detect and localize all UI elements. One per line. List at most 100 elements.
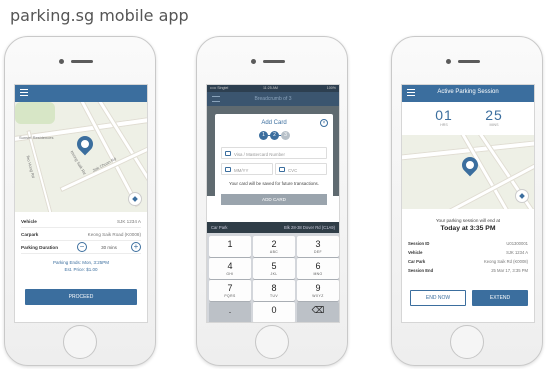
calendar-icon — [225, 167, 231, 172]
add-card-button[interactable]: ADD CARD — [221, 194, 327, 205]
home-button[interactable] — [255, 325, 289, 359]
minutes-value: 25 — [485, 107, 503, 123]
key-3[interactable]: 3 DEF — [297, 236, 339, 257]
detail-row-duration: Parking Duration − 30 mins + — [21, 241, 141, 254]
session-row: Session End 25 Mar 17, 3:35 PM — [408, 266, 528, 275]
row-value: Keong Saik Rd (K0008) — [484, 259, 528, 264]
row-value: SJK 1234 A — [116, 219, 141, 224]
key-9[interactable]: 9 WXYZ — [297, 280, 339, 301]
key-8[interactable]: 8 TUV — [253, 280, 295, 301]
row-value: SJK 1234 A — [506, 250, 528, 255]
minutes-counter: 25 MINS — [474, 107, 514, 127]
lock-icon — [279, 167, 285, 172]
speaker-slot — [71, 60, 93, 63]
duration-stepper: − 30 mins + — [77, 242, 141, 253]
session-row: Car Park Keong Saik Rd (K0008) — [408, 257, 528, 266]
slide-title: parking.sg mobile app — [10, 6, 189, 25]
session-end-time: Today at 3:35 PM — [440, 225, 496, 232]
card-number-input[interactable]: Visa / Mastercard Number — [221, 147, 327, 159]
card-number-placeholder: Visa / Mastercard Number — [234, 151, 285, 157]
minutes-unit: MINS — [489, 123, 499, 127]
session-end-label: Your parking session will end at — [435, 218, 501, 223]
row-label: Vehicle — [408, 250, 423, 255]
hours-counter: 01 HRS — [424, 107, 464, 127]
hamburger-menu-icon[interactable] — [20, 89, 28, 96]
key-6[interactable]: 6 MNO — [297, 258, 339, 279]
detail-row-carpark[interactable]: Carpark Keong Saik Road (K0008) — [21, 228, 141, 241]
extend-button[interactable]: EXTEND — [472, 290, 528, 306]
home-button[interactable] — [450, 325, 484, 359]
locate-me-icon[interactable] — [515, 189, 529, 203]
key-1[interactable]: 1 — [209, 236, 251, 257]
est-price-text: Est. Price: $1.00 — [64, 267, 98, 272]
camera-dot — [251, 59, 256, 64]
location-pin-icon[interactable] — [73, 132, 97, 156]
app-bar-dimmed: Breadcrumb of 3 — [207, 92, 339, 106]
step-dot: 2 — [270, 131, 279, 140]
cvc-input[interactable]: CVC — [275, 163, 327, 175]
duration-value: 30 mins — [101, 245, 117, 250]
app-bar-title: Active Parking Session — [437, 89, 499, 95]
step-dot: 1 — [259, 131, 268, 140]
speaker-slot — [263, 60, 285, 63]
phone-frame-2: ••••• Singtel 11:25 AM 100% Breadcrumb o… — [196, 36, 348, 366]
row-label: Carpark — [21, 232, 39, 237]
key-5[interactable]: 5 JKL — [253, 258, 295, 279]
row-label: Parking Duration — [21, 245, 59, 250]
app-bar: Active Parking Session — [402, 85, 534, 102]
session-row: Vehicle SJK 1234 A — [408, 248, 528, 257]
camera-dot — [59, 59, 64, 64]
add-card-dialog: Add Card × 1 2 3 Visa / Mastercard Numbe… — [215, 114, 333, 218]
battery-text: 100% — [326, 86, 336, 90]
app-bar — [15, 85, 147, 102]
phone-frame-3: Active Parking Session 01 HRS 25 MINS Yo… — [391, 36, 543, 366]
key-0[interactable]: 0 — [253, 302, 295, 322]
row-label: Car Park — [408, 259, 426, 264]
key-decimal[interactable]: . — [209, 302, 251, 322]
map-label: Sunset Residences — [19, 135, 54, 140]
save-card-hint: Your card will be saved for future trans… — [229, 181, 319, 186]
parking-end-text: Parking Ends: Mon, 3:25PM — [52, 260, 110, 265]
carpark-label: Car Park — [211, 225, 228, 230]
key-4[interactable]: 4 GHI — [209, 258, 251, 279]
key-7[interactable]: 7 PQRS — [209, 280, 251, 301]
status-time: 11:25 AM — [263, 86, 278, 90]
home-button[interactable] — [63, 325, 97, 359]
screen-park: Sunset Residences Teo Hong Rd Keong Saik… — [14, 84, 148, 323]
numeric-keypad: 1 2 ABC 3 DEF 4 GHI 5 JKL 6 MNO 7 PQRS 8 TUV 9W… — [207, 233, 339, 322]
proceed-button[interactable]: PROCEED — [25, 289, 137, 305]
map-view[interactable]: Sunset Residences Teo Hong Rd Keong Saik… — [15, 102, 147, 212]
plus-button[interactable]: + — [131, 242, 141, 252]
key-2[interactable]: 2 ABC — [253, 236, 295, 257]
screen-add-card: ••••• Singtel 11:25 AM 100% Breadcrumb o… — [206, 84, 340, 323]
hours-value: 01 — [435, 107, 453, 123]
screen-active-session: Active Parking Session 01 HRS 25 MINS Yo… — [401, 84, 535, 323]
expiry-input[interactable]: MM/YY — [221, 163, 273, 175]
credit-card-icon — [225, 151, 231, 156]
carpark-value: Blk 28-38 Dover Rd (C1A9) — [284, 225, 335, 230]
locate-me-icon[interactable] — [128, 192, 142, 206]
session-row: Session ID U01300001 — [408, 239, 528, 248]
dialog-title: Add Card — [261, 120, 287, 126]
backspace-icon: ⌫ — [311, 305, 325, 315]
row-value: U01300001 — [506, 241, 528, 246]
carrier-text: ••••• Singtel — [210, 86, 229, 90]
step-dot: 3 — [281, 131, 290, 140]
backspace-key[interactable]: ⌫ — [297, 302, 339, 322]
close-icon[interactable]: × — [320, 119, 328, 127]
app-bar-title: Breadcrumb of 3 — [254, 96, 292, 102]
phone-frame-1: Sunset Residences Teo Hong Rd Keong Saik… — [4, 36, 156, 366]
speaker-slot — [458, 60, 480, 63]
map-view[interactable] — [402, 135, 534, 209]
status-bar: ••••• Singtel 11:25 AM 100% — [207, 85, 339, 92]
expiry-placeholder: MM/YY — [234, 167, 249, 173]
row-value: Keong Saik Road (K0008) — [87, 232, 141, 237]
step-indicator: 1 2 3 — [259, 131, 290, 141]
detail-row-vehicle: Vehicle SJK 1234 A — [21, 215, 141, 228]
carpark-strip: Car Park Blk 28-38 Dover Rd (C1A9) — [207, 222, 339, 233]
row-label: Session ID — [408, 241, 430, 246]
camera-dot — [446, 59, 451, 64]
end-now-button[interactable]: END NOW — [410, 290, 466, 306]
minus-button[interactable]: − — [77, 242, 87, 252]
row-label: Session End — [408, 268, 434, 273]
